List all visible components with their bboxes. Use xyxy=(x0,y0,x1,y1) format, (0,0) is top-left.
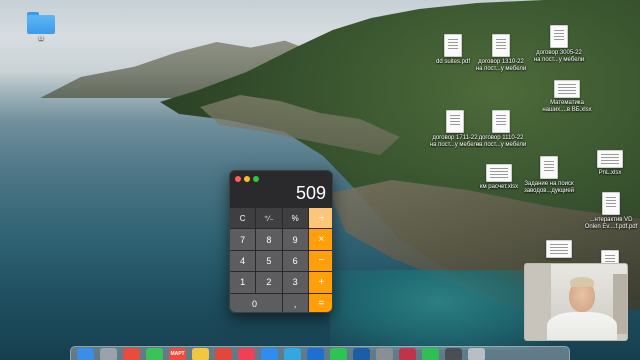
desktop-file-label: Задание на поиск заводов...дукцией xyxy=(523,181,575,194)
app-dock-icon[interactable] xyxy=(445,347,462,360)
digit-9-key[interactable]: 9 xyxy=(282,229,308,250)
percent-key[interactable]: % xyxy=(282,208,308,229)
facetime-dock-icon[interactable] xyxy=(422,347,439,360)
launchpad-dock-icon[interactable] xyxy=(100,347,117,360)
desktop-file-label: договор 1310-22 на пост...у мебели xyxy=(475,59,527,72)
desktop-file[interactable]: Математика наших....в ВБ.xlsx xyxy=(540,80,594,114)
dock: МАРТ xyxy=(70,346,570,360)
digit-5-key[interactable]: 5 xyxy=(256,250,282,272)
spreadsheet-icon xyxy=(554,80,580,98)
document-icon xyxy=(550,25,568,48)
maximize-window-button[interactable] xyxy=(253,176,259,182)
app-dock-icon[interactable] xyxy=(353,347,370,360)
desktop-file[interactable]: договор 3005-22 на пост...у мебели xyxy=(532,25,586,64)
digit-3-key[interactable]: 3 xyxy=(282,272,308,293)
plus-key[interactable]: + xyxy=(308,272,332,293)
calculator-keypad: C ⁺∕₋% ÷ 7 8 9 × 4 5 6− 1 2 3 +0, = xyxy=(230,208,332,312)
desktop-file-label: договор 1110-22 на пост...у мебели xyxy=(475,135,527,148)
desktop-file-label: PnL.xlsx xyxy=(598,170,622,176)
desktop-file[interactable]: договор 1310-22 на пост...у мебели xyxy=(474,34,528,73)
close-window-button[interactable] xyxy=(235,176,241,182)
chrome-dock-icon[interactable] xyxy=(123,347,140,360)
sign-key[interactable]: ⁺∕₋ xyxy=(256,208,282,229)
desktop-file[interactable]: договор 1110-22 на пост...у мебели xyxy=(474,110,528,149)
desktop-file[interactable]: Задание на поиск заводов...дукцией xyxy=(522,156,576,195)
music-dock-icon[interactable] xyxy=(238,347,255,360)
desktop-file-label: dd suites.pdf xyxy=(435,59,471,65)
desktop-file-label: Математика наших....в ВБ.xlsx xyxy=(542,100,592,113)
pdf-document-icon xyxy=(602,192,620,215)
calculator-window[interactable]: 509 C ⁺∕₋% ÷ 7 8 9 × 4 5 6− 1 2 3 +0, = xyxy=(229,170,333,313)
desktop-folder[interactable]: ш xyxy=(14,12,68,43)
document-icon xyxy=(446,110,464,133)
minus-key[interactable]: − xyxy=(308,250,332,272)
webcam-person-hair xyxy=(570,277,594,287)
spreadsheet-icon xyxy=(486,164,512,182)
digit-4-key[interactable]: 4 xyxy=(230,250,256,272)
digit-7-key[interactable]: 7 xyxy=(230,229,256,250)
whatsapp-dock-icon[interactable] xyxy=(330,347,347,360)
digit-0-key[interactable]: 0 xyxy=(230,293,282,312)
desktop-file-label: ...нтерактив VD Onlen Ev....f.pdf.pdf xyxy=(584,217,638,230)
spreadsheet-icon xyxy=(546,240,572,258)
folder-icon xyxy=(27,12,55,34)
document-icon xyxy=(540,156,558,179)
finder-dock-icon[interactable] xyxy=(77,347,94,360)
desktop-file[interactable]: PnL.xlsx xyxy=(583,150,637,177)
digit-6-key[interactable]: 6 xyxy=(282,250,308,272)
decimal-key[interactable]: , xyxy=(282,293,308,312)
equals-key[interactable]: = xyxy=(308,293,332,312)
desktop-file-label: км расчет.xlsx xyxy=(479,184,519,190)
app-dock-icon[interactable] xyxy=(399,347,416,360)
desktop-file-label: договор 3005-22 на пост...у мебели xyxy=(533,50,585,63)
messages-dock-icon[interactable] xyxy=(146,347,163,360)
desktop-file[interactable]: км расчет.xlsx xyxy=(472,164,526,191)
appstore-dock-icon[interactable] xyxy=(261,347,278,360)
wallpaper-water xyxy=(330,270,550,350)
desktop-file[interactable]: dd suites.pdf xyxy=(426,34,480,66)
desktop-folder-label: ш xyxy=(38,36,44,42)
digit-1-key[interactable]: 1 xyxy=(230,272,256,293)
minimize-window-button[interactable] xyxy=(244,176,250,182)
document-icon xyxy=(492,110,510,133)
notes-dock-icon[interactable] xyxy=(192,347,209,360)
telegram-dock-icon[interactable] xyxy=(284,347,301,360)
webcam-person-body xyxy=(547,312,617,340)
desktop-file[interactable] xyxy=(532,240,586,258)
spreadsheet-icon xyxy=(597,150,623,168)
calculator-display: 509 xyxy=(295,183,326,203)
document-icon xyxy=(492,34,510,57)
digit-2-key[interactable]: 2 xyxy=(256,272,282,293)
digit-8-key[interactable]: 8 xyxy=(256,229,282,250)
webcam-overlay xyxy=(524,263,628,341)
clear-key[interactable]: C xyxy=(230,208,256,229)
desktop-file-label: договор 1711-22 на пост...у мебели xyxy=(429,135,481,148)
calendar-dock-icon[interactable]: МАРТ xyxy=(169,347,186,360)
browser-dock-icon[interactable] xyxy=(215,347,232,360)
multiply-key[interactable]: × xyxy=(308,229,332,250)
divide-key[interactable]: ÷ xyxy=(308,208,332,229)
desktop-file[interactable]: ...нтерактив VD Onlen Ev....f.pdf.pdf xyxy=(584,192,638,231)
pdf-document-icon xyxy=(444,34,462,57)
app-dock-icon[interactable] xyxy=(307,347,324,360)
settings-dock-icon[interactable] xyxy=(376,347,393,360)
trash-dock-icon[interactable] xyxy=(468,347,485,360)
